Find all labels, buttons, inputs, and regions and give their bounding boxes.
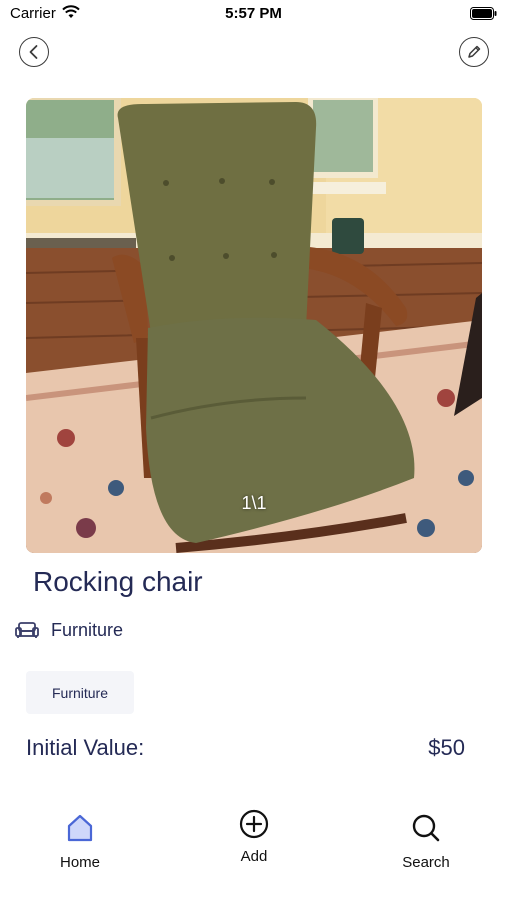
tab-search[interactable]: Search	[371, 812, 481, 871]
item-title: Rocking chair	[33, 566, 203, 597]
photo-counter: 1\1	[241, 493, 267, 513]
status-bar: Carrier 5:57 PM	[0, 0, 507, 30]
tab-home[interactable]: Home	[25, 812, 135, 871]
back-button[interactable]	[19, 37, 49, 67]
tab-add-label: Add	[240, 848, 268, 865]
category-label: Furniture	[51, 619, 124, 640]
search-icon	[412, 814, 440, 842]
tab-search-label: Search	[402, 854, 450, 871]
add-circle-icon	[239, 809, 269, 839]
pencil-icon	[468, 45, 481, 58]
home-icon	[67, 814, 93, 842]
category-row: Furniture	[15, 619, 123, 641]
sofa-icon	[15, 622, 39, 638]
tab-bar: Home Add Search	[0, 800, 507, 900]
battery-icon	[470, 7, 497, 20]
initial-value-label: Initial Value:	[26, 735, 145, 760]
status-time: 5:57 PM	[225, 5, 282, 22]
item-photo[interactable]: 1\1	[26, 98, 482, 553]
category-tag-chip[interactable]: Furniture	[26, 671, 134, 714]
initial-value-amount: $50	[428, 735, 465, 760]
chevron-left-icon	[29, 45, 38, 59]
edit-button[interactable]	[459, 37, 489, 67]
tab-add[interactable]: Add	[199, 808, 309, 865]
tab-home-label: Home	[59, 854, 100, 871]
